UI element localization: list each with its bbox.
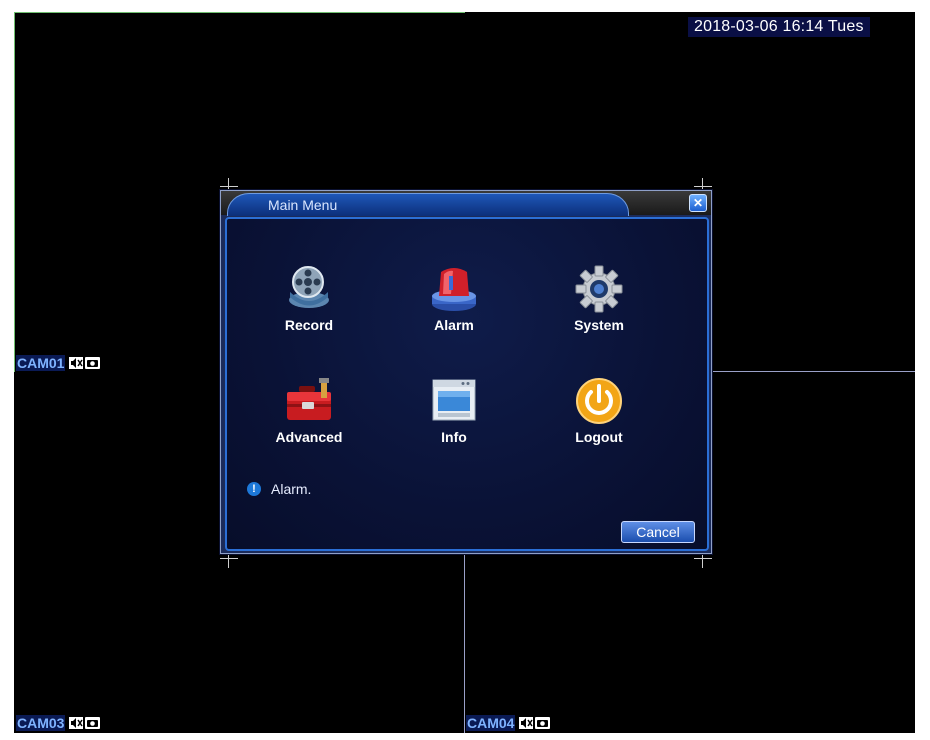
camera-label-4: CAM04	[466, 715, 551, 731]
camera-name: CAM03	[16, 715, 66, 731]
record-camera-icon	[85, 717, 101, 729]
gear-icon	[574, 264, 624, 314]
camera-name: CAM01	[16, 355, 66, 371]
camera-label-1: CAM01	[16, 355, 101, 371]
camera-name: CAM04	[466, 715, 516, 731]
record-camera-icon	[535, 717, 551, 729]
menu-item-record[interactable]: Record	[254, 264, 364, 333]
close-button[interactable]: ✕	[689, 194, 707, 212]
toolbox-icon	[284, 376, 334, 426]
menu-item-label: Logout	[575, 429, 623, 445]
menu-item-label: Info	[441, 429, 467, 445]
dialog-title: Main Menu	[268, 197, 338, 213]
alarm-siren-icon	[429, 264, 479, 314]
power-icon	[574, 376, 624, 426]
camera-label-3: CAM03	[16, 715, 101, 731]
menu-item-system[interactable]: System	[544, 264, 654, 333]
menu-item-label: Advanced	[275, 429, 343, 445]
record-film-icon	[284, 264, 334, 314]
speaker-muted-icon	[69, 717, 84, 729]
menu-item-logout[interactable]: Logout	[544, 376, 654, 445]
main-menu-dialog: Main Menu ✕ Record Alarm System Advanced…	[220, 190, 712, 554]
status-line: ! Alarm.	[247, 481, 311, 497]
menu-item-advanced[interactable]: Advanced	[254, 376, 364, 445]
dialog-title-bar[interactable]: Main Menu ✕	[221, 191, 711, 216]
menu-panel: Record Alarm System Advanced Info Logout…	[225, 217, 709, 551]
record-camera-icon	[85, 357, 101, 369]
title-tab: Main Menu	[227, 193, 629, 216]
menu-item-alarm[interactable]: Alarm	[399, 264, 509, 333]
menu-item-info[interactable]: Info	[399, 376, 509, 445]
info-window-icon	[429, 376, 479, 426]
speaker-muted-icon	[519, 717, 534, 729]
datetime-display: 2018-03-06 16:14 Tues	[688, 17, 870, 37]
menu-item-label: System	[574, 317, 624, 333]
status-text: Alarm.	[271, 481, 312, 497]
info-icon: !	[247, 482, 261, 496]
speaker-muted-icon	[69, 357, 84, 369]
close-icon: ✕	[692, 196, 704, 210]
menu-item-label: Alarm	[434, 317, 474, 333]
menu-item-label: Record	[284, 317, 334, 333]
cancel-button[interactable]: Cancel	[621, 521, 695, 543]
